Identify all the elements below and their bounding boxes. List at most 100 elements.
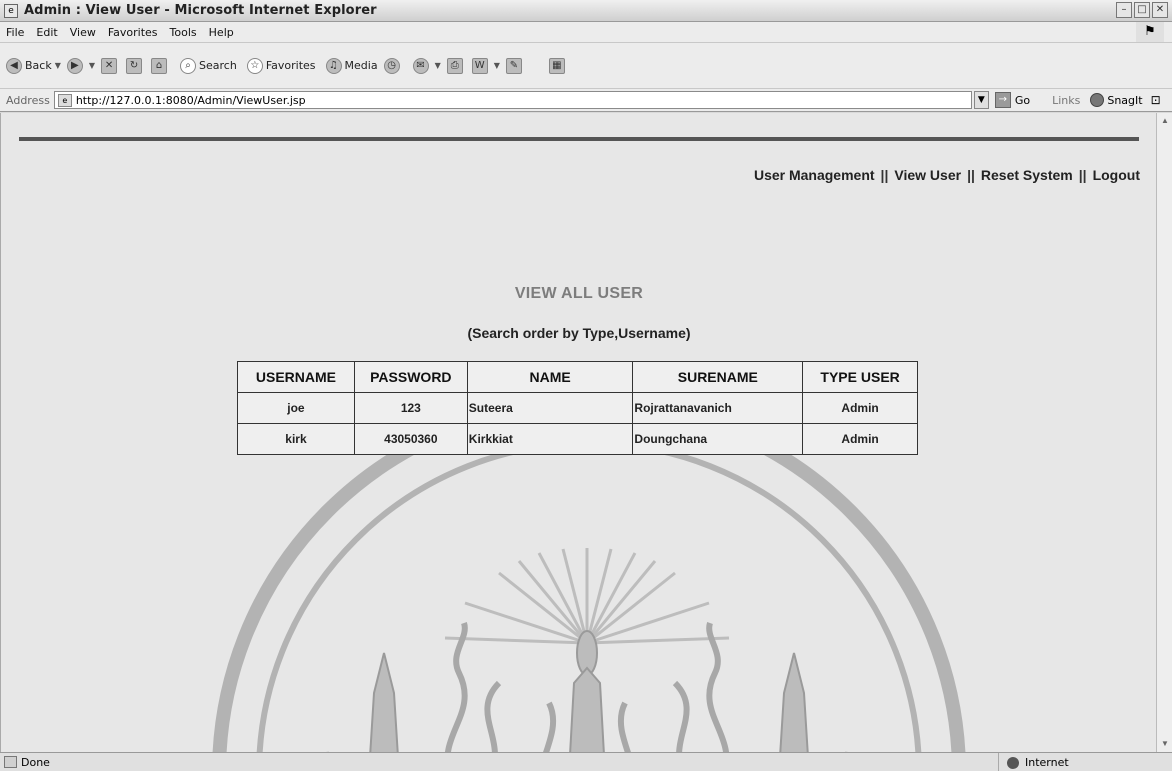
discuss-icon: ✎ [505, 57, 522, 74]
menu-edit[interactable]: Edit [36, 26, 57, 39]
table-row: joe 123 Suteera Rojrattanavanich Admin [237, 392, 918, 424]
star-icon: ☆ [246, 57, 263, 74]
header-divider [19, 137, 1139, 141]
cell-type-user: Admin [802, 423, 918, 455]
menu-help[interactable]: Help [209, 26, 234, 39]
print-icon: ⎙ [446, 57, 463, 74]
cell-password: 123 [353, 392, 468, 424]
toolbar: ◀ Back ▼ ▶ ▼ ✕ ↻ ⌂ ⌕ Search ☆ Favorites … [0, 42, 1172, 88]
address-label: Address [6, 93, 50, 107]
menu-tools[interactable]: Tools [170, 26, 197, 39]
zone-text: Internet [1025, 756, 1069, 769]
search-icon: ⌕ [180, 57, 197, 74]
refresh-icon: ↻ [126, 57, 143, 74]
back-button[interactable]: ◀ Back ▼ [6, 57, 61, 74]
print-button[interactable]: ⎙ [446, 57, 466, 74]
cell-password: 43050360 [353, 423, 468, 455]
history-button[interactable]: ◷ [383, 57, 403, 74]
logout-link[interactable]: Logout [1093, 167, 1140, 183]
home-icon: ⌂ [151, 57, 168, 74]
stop-icon: ✕ [101, 57, 118, 74]
favorites-button[interactable]: ☆ Favorites [246, 57, 316, 74]
cell-surename: Rojrattanavanich [632, 392, 804, 424]
go-arrow-icon: → [994, 92, 1011, 108]
forward-arrow-icon: ▶ [66, 57, 83, 74]
table-header-row: USERNAME PASSWORD NAME SURENAME TYPE USE… [237, 361, 918, 393]
windows-logo-icon: ⚑ [1136, 22, 1164, 42]
snagit-icon [1090, 93, 1105, 107]
menu-favorites[interactable]: Favorites [108, 26, 158, 39]
page-done-icon [4, 756, 17, 768]
links-button[interactable]: Links [1052, 94, 1080, 107]
window-title: Admin : View User - Microsoft Internet E… [24, 3, 377, 18]
user-management-link[interactable]: User Management [754, 167, 875, 183]
column-header-type-user: TYPE USER [802, 361, 918, 393]
messenger-button[interactable]: ▦ [548, 57, 568, 74]
back-arrow-icon: ◀ [6, 57, 22, 74]
nav-separator: || [1078, 167, 1087, 183]
university-emblem-watermark [212, 453, 966, 752]
maximize-button[interactable]: □ [1134, 2, 1150, 18]
word-button[interactable]: W ▼ [471, 57, 500, 74]
address-bar: Address e http://127.0.0.1:8080/Admin/Vi… [0, 88, 1172, 112]
column-header-password: PASSWORD [353, 361, 468, 393]
cell-type-user: Admin [802, 392, 918, 424]
refresh-button[interactable]: ↻ [126, 57, 145, 74]
admin-nav: User Management || View User || Reset Sy… [754, 167, 1140, 183]
page-title: VIEW ALL USER [514, 285, 644, 302]
view-user-link[interactable]: View User [894, 167, 961, 183]
users-table: USERNAME PASSWORD NAME SURENAME TYPE USE… [237, 361, 918, 455]
go-label: Go [1014, 93, 1031, 107]
close-button[interactable]: ✕ [1152, 2, 1168, 18]
status-bar: Done Internet [0, 752, 1172, 771]
search-button[interactable]: ⌕ Search [180, 57, 237, 74]
minimize-button[interactable]: – [1116, 2, 1132, 18]
globe-icon [1007, 756, 1019, 769]
mail-dropdown-icon[interactable]: ▼ [435, 61, 441, 70]
page-subtitle: (Search order by Type,Username) [467, 325, 691, 341]
go-button[interactable]: → Go [994, 92, 1031, 108]
page-viewport: User Management || View User || Reset Sy… [0, 113, 1156, 752]
mail-button[interactable]: ✉ ▼ [412, 57, 441, 74]
address-url[interactable]: http://127.0.0.1:8080/Admin/ViewUser.jsp [76, 94, 306, 107]
window-controls: – □ ✕ [1116, 2, 1168, 18]
cell-name: Suteera [466, 392, 634, 424]
page-icon: e [57, 93, 72, 107]
status-text: Done [21, 755, 50, 769]
snagit-capture-icon[interactable]: ⊡ [1151, 93, 1161, 107]
media-label: Media [344, 59, 378, 72]
reset-system-link[interactable]: Reset System [981, 167, 1073, 183]
back-dropdown-icon[interactable]: ▼ [55, 61, 61, 70]
word-dropdown-icon[interactable]: ▼ [494, 61, 500, 70]
scroll-up-icon[interactable]: ▲ [1158, 114, 1172, 128]
menu-file[interactable]: File [6, 26, 24, 39]
column-header-username: USERNAME [237, 361, 355, 393]
discuss-button[interactable]: ✎ [505, 57, 525, 74]
cell-username: joe [237, 392, 355, 424]
media-icon: ♫ [325, 57, 342, 74]
cell-surename: Doungchana [632, 423, 804, 455]
search-label: Search [199, 59, 237, 72]
title-bar: e Admin : View User - Microsoft Internet… [0, 0, 1172, 22]
snagit-button[interactable]: SnagIt [1090, 93, 1143, 107]
messenger-icon: ▦ [548, 57, 565, 74]
address-input[interactable]: e http://127.0.0.1:8080/Admin/ViewUser.j… [53, 91, 972, 109]
forward-dropdown-icon[interactable]: ▼ [89, 61, 95, 70]
stop-button[interactable]: ✕ [101, 57, 120, 74]
forward-button[interactable]: ▶ ▼ [66, 57, 95, 74]
back-label: Back [25, 59, 52, 72]
history-icon: ◷ [383, 57, 400, 74]
scroll-down-icon[interactable]: ▼ [1158, 737, 1172, 751]
column-header-surename: SURENAME [632, 361, 804, 393]
nav-separator: || [880, 167, 889, 183]
vertical-scrollbar[interactable]: ▲ ▼ [1156, 113, 1172, 752]
ie-icon: e [4, 3, 18, 18]
menu-view[interactable]: View [70, 26, 96, 39]
address-dropdown-icon[interactable]: ▼ [973, 91, 989, 109]
nav-separator: || [967, 167, 975, 183]
snagit-label: SnagIt [1107, 93, 1143, 107]
media-button[interactable]: ♫ Media [325, 57, 378, 74]
favorites-label: Favorites [265, 59, 316, 72]
status-done: Done [4, 756, 50, 769]
home-button[interactable]: ⌂ [151, 57, 170, 74]
